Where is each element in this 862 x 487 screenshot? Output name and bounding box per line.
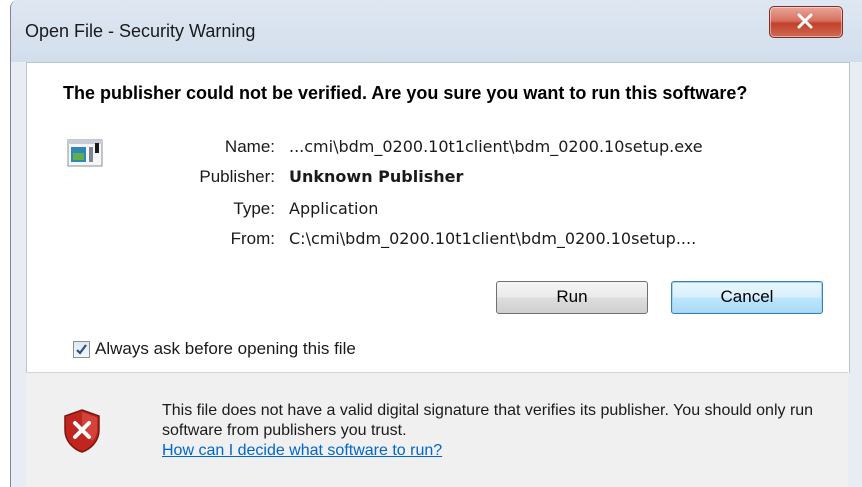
help-link[interactable]: How can I decide what software to run? xyxy=(162,442,442,459)
checkmark-icon xyxy=(76,344,87,355)
dialog-content: The publisher could not be verified. Are… xyxy=(26,62,850,373)
title-bar[interactable]: Open File - Security Warning xyxy=(11,0,862,62)
always-ask-checkbox[interactable] xyxy=(73,341,90,358)
run-button[interactable]: Run xyxy=(496,281,648,314)
window-title: Open File - Security Warning xyxy=(25,21,256,41)
from-label: From: xyxy=(230,229,275,248)
publisher-label: Publisher: xyxy=(199,167,275,186)
always-ask-label[interactable]: Always ask before opening this file xyxy=(95,339,356,359)
from-value: C:\cmi\bdm_0200.10t1client\bdm_0200.10se… xyxy=(289,229,697,248)
left-edge xyxy=(0,0,10,487)
dialog-footer: This file does not have a valid digital … xyxy=(26,372,848,487)
name-value: ...cmi\bdm_0200.10t1client\bdm_0200.10se… xyxy=(289,137,703,156)
name-label: Name: xyxy=(224,137,275,156)
warning-headline: The publisher could not be verified. Are… xyxy=(63,83,748,103)
close-button[interactable] xyxy=(769,6,843,38)
type-value: Application xyxy=(289,199,379,218)
publisher-value: Unknown Publisher xyxy=(289,167,464,186)
type-label: Type: xyxy=(233,199,275,218)
security-warning-dialog: Open File - Security Warning The publish… xyxy=(10,0,862,487)
close-x-icon xyxy=(797,13,813,29)
cancel-button[interactable]: Cancel xyxy=(671,281,823,314)
footer-text: This file does not have a valid digital … xyxy=(162,402,814,439)
footer-message: This file does not have a valid digital … xyxy=(162,401,842,461)
security-shield-error-icon xyxy=(64,409,100,453)
